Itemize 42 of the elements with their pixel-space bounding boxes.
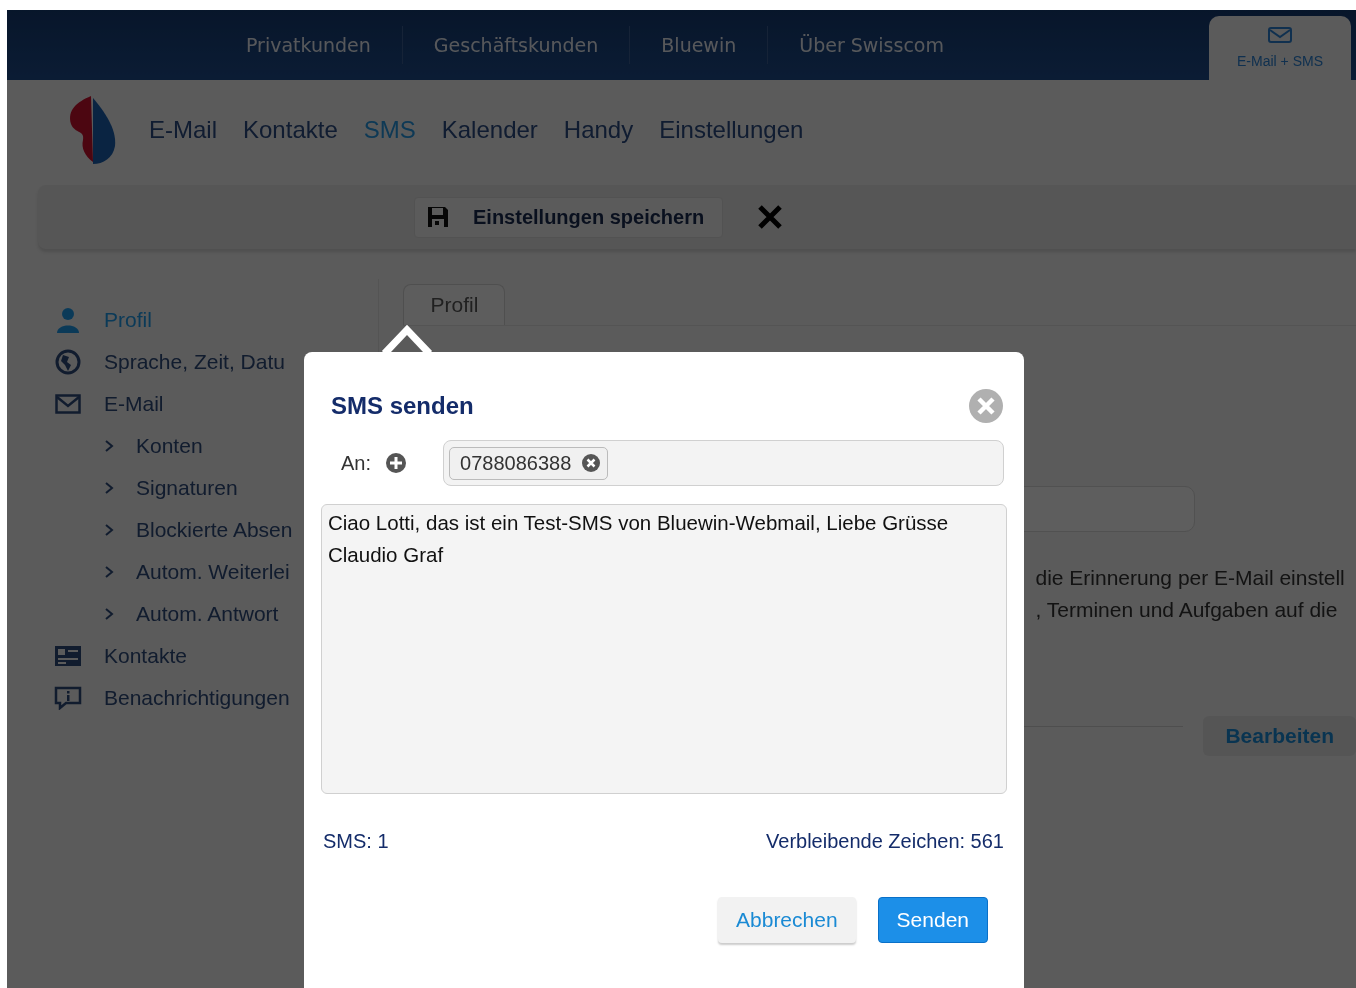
main-nav-link[interactable]: Kalender [441, 116, 538, 144]
to-label: An: [341, 451, 372, 475]
send-button[interactable]: Senden [877, 897, 988, 943]
profile-tab[interactable]: Profil [403, 284, 506, 325]
sidebar-item[interactable]: Sprache, Zeit, Datu [38, 341, 379, 383]
service-tab[interactable]: E-Mail + SMS [1209, 16, 1351, 80]
top-nav-link[interactable]: Über Swisscom [768, 26, 975, 64]
top-nav-link[interactable]: Bluewin [630, 26, 769, 64]
info-text: die Erinnerung per E-Mail einstell [1035, 565, 1346, 591]
recipient-field[interactable]: 0788086388 [443, 440, 1004, 486]
chevron-icon [104, 523, 114, 537]
envelope-icon [1268, 27, 1292, 43]
sidebar-item[interactable]: Profil [38, 299, 379, 341]
edit-button[interactable]: Bearbeiten [1203, 716, 1356, 756]
person-icon [54, 307, 82, 333]
speech-bubble-icon [54, 686, 82, 710]
info-text: , Terminen und Aufgaben auf die [1035, 597, 1339, 623]
main-nav-link[interactable]: Handy [563, 116, 634, 144]
chevron-icon [104, 481, 114, 495]
main-nav-link[interactable]: Einstellungen [659, 116, 804, 144]
main-nav-link[interactable]: E-Mail [149, 116, 217, 144]
envelope-icon [54, 394, 82, 414]
sms-count: SMS: 1 [323, 830, 389, 853]
chevron-icon [104, 565, 114, 579]
dialog-title: SMS senden [331, 392, 474, 420]
message-field[interactable]: Ciao Lotti, das ist ein Test-SMS von Bluewin-Webmail, Liebe Grüsse Claudio Graf [321, 504, 1007, 794]
service-tab-label: E-Mail + SMS [1237, 53, 1323, 69]
contact-card-icon [54, 645, 82, 667]
chevron-icon [104, 607, 114, 621]
remove-icon[interactable] [581, 453, 602, 473]
top-nav-link[interactable]: Geschäftskunden [402, 26, 631, 64]
chevron-icon [104, 439, 114, 453]
close-icon[interactable] [757, 204, 784, 230]
main-nav-link[interactable]: SMS [363, 116, 416, 144]
top-nav-link[interactable]: Privatkunden [215, 26, 403, 64]
phone-number: 0788086388 [460, 451, 572, 475]
add-icon[interactable] [385, 452, 408, 474]
main-nav-link[interactable]: Kontakte [243, 116, 338, 144]
globe-icon [54, 349, 82, 375]
remaining-characters: Verbleibende Zeichen: 561 [766, 830, 1004, 853]
cancel-button[interactable]: Abbrechen [718, 897, 856, 943]
save-button[interactable]: Einstellungen speichern [414, 196, 724, 238]
